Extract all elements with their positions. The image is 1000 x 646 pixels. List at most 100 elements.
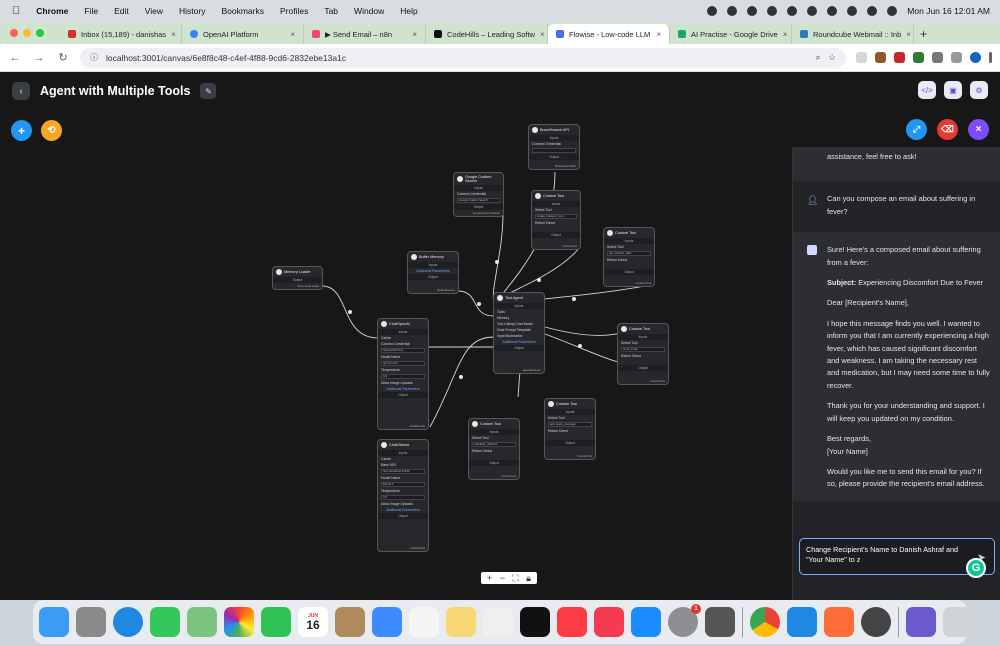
- zoom-in-button[interactable]: +: [484, 573, 495, 583]
- messages-icon[interactable]: [150, 607, 180, 637]
- browser-tab[interactable]: ▶ Send Email – n8n ×: [304, 24, 426, 44]
- expand-chat-button[interactable]: ⤢: [906, 119, 927, 140]
- temperature-input[interactable]: 0.9: [381, 495, 425, 500]
- mail-icon[interactable]: [372, 607, 402, 637]
- menu-tab[interactable]: Tab: [324, 6, 338, 16]
- menu-bookmarks[interactable]: Bookmarks: [221, 6, 264, 16]
- apple-menu-icon[interactable]: : [12, 5, 20, 17]
- reload-icon[interactable]: ↻: [56, 51, 70, 64]
- menu-help[interactable]: Help: [400, 6, 417, 16]
- vscode-icon[interactable]: [787, 607, 817, 637]
- contacts-icon[interactable]: [335, 607, 365, 637]
- apple-tv-icon[interactable]: [520, 607, 550, 637]
- extension-icon[interactable]: [913, 52, 924, 63]
- minimize-window-button[interactable]: [23, 29, 31, 37]
- node-google-search[interactable]: Google Custom Search Inputs Connect Cred…: [453, 172, 504, 217]
- maps-icon[interactable]: [187, 607, 217, 637]
- forward-arrow-icon[interactable]: →: [32, 52, 46, 64]
- calendar-icon[interactable]: JUN 16: [298, 607, 328, 637]
- save-flow-button[interactable]: ▣: [944, 81, 962, 99]
- quicktime-icon[interactable]: [861, 607, 891, 637]
- sync-nodes-button[interactable]: ⟲: [41, 120, 62, 141]
- status-icon[interactable]: [767, 6, 778, 16]
- menu-file[interactable]: File: [84, 6, 98, 16]
- close-window-button[interactable]: [10, 29, 18, 37]
- menu-profiles[interactable]: Profiles: [280, 6, 308, 16]
- status-icon[interactable]: [747, 6, 758, 16]
- tool-select[interactable]: create_hubspot_cont...: [535, 214, 577, 219]
- back-arrow-icon[interactable]: ←: [8, 52, 22, 64]
- browser-tab[interactable]: CodeHills – Leading Softw ×: [426, 24, 548, 44]
- status-icon[interactable]: [807, 6, 818, 16]
- app-store-icon[interactable]: [631, 607, 661, 637]
- sidebar-icon[interactable]: [951, 52, 962, 63]
- settings-gear-button[interactable]: ⚙: [970, 81, 988, 99]
- browser-tab[interactable]: OpenAI Platform ×: [182, 24, 304, 44]
- safari-icon[interactable]: [113, 607, 143, 637]
- node-custom-tool[interactable]: Custom Tool Inputs Select Tool get_weath…: [603, 227, 655, 287]
- control-center-icon[interactable]: [887, 6, 898, 16]
- base-url-input[interactable]: http://localhost:11434: [381, 469, 425, 474]
- freeform-icon[interactable]: [483, 607, 513, 637]
- model-select[interactable]: gpt-4.1-mini: [381, 361, 425, 366]
- launchpad-icon[interactable]: [76, 607, 106, 637]
- postman-icon[interactable]: [824, 607, 854, 637]
- photos-icon[interactable]: [224, 607, 254, 637]
- menu-window[interactable]: Window: [354, 6, 384, 16]
- close-icon[interactable]: ×: [412, 30, 417, 39]
- extension-icon[interactable]: [856, 52, 867, 63]
- api-code-button[interactable]: </>: [918, 81, 936, 99]
- close-icon[interactable]: ×: [290, 30, 295, 39]
- menu-clock[interactable]: Mon Jun 16 12:01 AM: [907, 6, 990, 16]
- grammarly-icon[interactable]: G: [966, 558, 986, 578]
- search-icon[interactable]: [867, 6, 878, 16]
- edge-handle[interactable]: [477, 302, 481, 306]
- close-icon[interactable]: ×: [783, 30, 788, 39]
- temperature-input[interactable]: 0.9: [381, 374, 425, 379]
- node-custom-tool[interactable]: Custom Tool Inputs Select Tool create_hu…: [531, 190, 581, 250]
- facetime-icon[interactable]: [261, 607, 291, 637]
- menu-edit[interactable]: Edit: [114, 6, 129, 16]
- music-icon[interactable]: [557, 607, 587, 637]
- edit-title-button[interactable]: ✎: [200, 83, 217, 99]
- node-chat-openai[interactable]: ChatOpenAI Inputs Cache Connect Credenti…: [377, 318, 429, 430]
- node-brave-search[interactable]: BraveSearch API Inputs Connect Credentia…: [528, 124, 580, 170]
- fit-view-button[interactable]: ⛶: [510, 573, 521, 583]
- close-chat-button[interactable]: ×: [968, 119, 989, 140]
- tool-select[interactable]: get_weather_data: [607, 251, 651, 256]
- chrome-icon[interactable]: [750, 607, 780, 637]
- recent-file-icon[interactable]: [906, 607, 936, 637]
- edge-handle[interactable]: [578, 344, 582, 348]
- node-tool-agent[interactable]: Tool Agent Inputs Tools Memory Tool Call…: [493, 292, 545, 374]
- credential-select[interactable]: [532, 148, 576, 153]
- close-icon[interactable]: ×: [656, 30, 661, 39]
- extension-icon[interactable]: [894, 52, 905, 63]
- grammarly-icon[interactable]: [787, 6, 798, 16]
- reminders-icon[interactable]: [409, 607, 439, 637]
- finder-icon[interactable]: [39, 607, 69, 637]
- node-memory-loader[interactable]: Memory Loader Output DocumentLoader: [272, 266, 323, 290]
- more-menu-icon[interactable]: [989, 52, 992, 63]
- bookmark-star-icon[interactable]: ☆: [828, 52, 836, 63]
- menu-view[interactable]: View: [145, 6, 163, 16]
- model-name-input[interactable]: llama3.2: [381, 482, 425, 487]
- zoom-out-button[interactable]: −: [497, 573, 508, 583]
- extensions-puzzle-icon[interactable]: [932, 52, 943, 63]
- lock-icon[interactable]: 🔒︎: [523, 573, 534, 583]
- node-chat-ollama[interactable]: ChatOllama Inputs Cache Base URL http://…: [377, 439, 429, 552]
- node-custom-tool[interactable]: Custom Tool Inputs Select Tool add_slack…: [544, 398, 596, 460]
- close-icon[interactable]: ×: [906, 30, 911, 39]
- browser-tab-active[interactable]: Flowise - Low-code LLM ×: [548, 24, 670, 44]
- extension-icon[interactable]: [875, 52, 886, 63]
- site-info-icon[interactable]: ⓘ: [90, 52, 98, 63]
- iphone-mirroring-icon[interactable]: [705, 607, 735, 637]
- new-tab-button[interactable]: +: [914, 27, 933, 41]
- menu-app-name[interactable]: Chrome: [36, 6, 68, 16]
- status-icon[interactable]: [727, 6, 738, 16]
- edge-handle[interactable]: [495, 260, 499, 264]
- url-text[interactable]: localhost:3001/canvas/6e8f8c48-c4ef-4f88…: [106, 53, 346, 63]
- zoom-icon[interactable]: ⌕: [816, 52, 821, 63]
- credential-select[interactable]: OpenAI API Key: [381, 348, 425, 353]
- close-icon[interactable]: ×: [171, 30, 176, 39]
- node-custom-tool[interactable]: Custom Tool Inputs Select Tool send_emai…: [617, 323, 669, 385]
